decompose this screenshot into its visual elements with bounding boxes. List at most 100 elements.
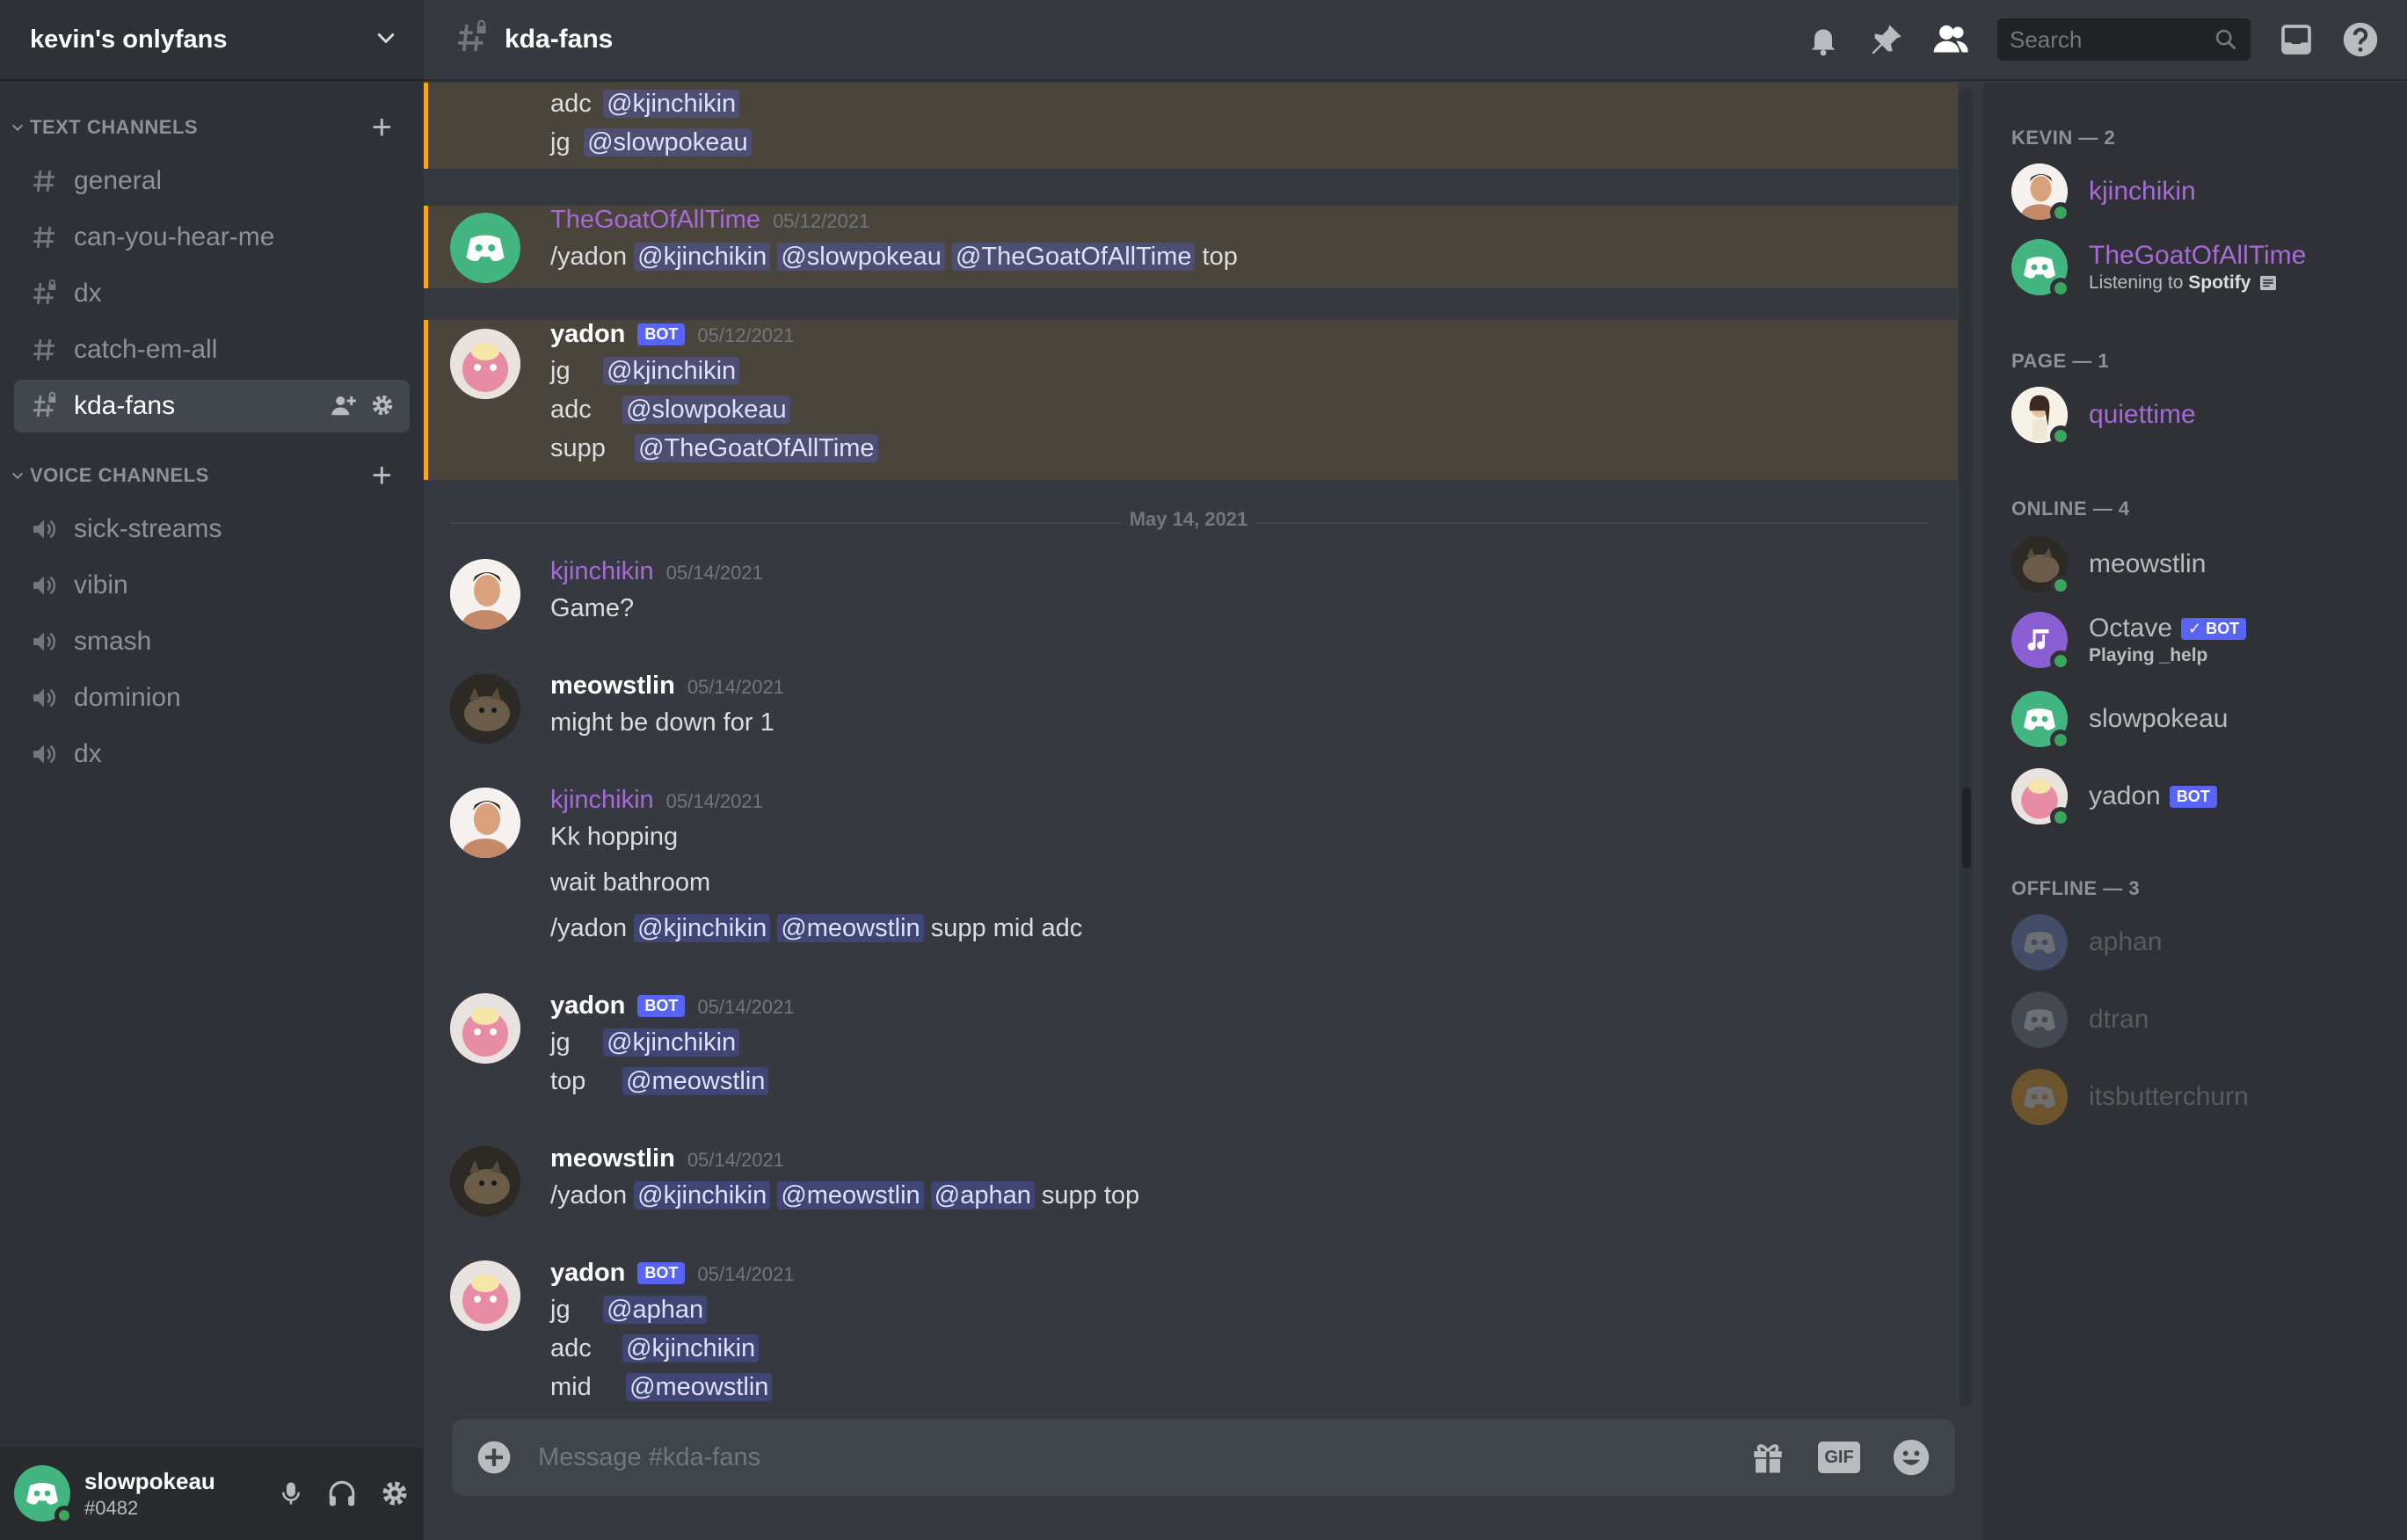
mention[interactable]: @kjinchikin — [622, 1334, 760, 1362]
avatar[interactable] — [450, 1260, 520, 1331]
message-author[interactable]: meowstlin — [550, 672, 675, 701]
voice-channel-sick-streams[interactable]: sick-streams — [14, 503, 410, 556]
message-author[interactable]: meowstlin — [550, 1144, 675, 1173]
member-item[interactable]: meowstlin — [2011, 529, 2389, 599]
channel-can-you-hear-me[interactable]: can-you-hear-me — [14, 211, 410, 264]
member-item[interactable]: slowpokeau — [2011, 684, 2389, 754]
headphones-icon[interactable] — [327, 1478, 357, 1508]
member-item[interactable]: dtran — [2011, 984, 2389, 1055]
microphone-icon[interactable] — [278, 1478, 304, 1508]
message-line: jg @slowpokeau — [550, 128, 752, 157]
channel-dx[interactable]: dx — [14, 267, 410, 320]
avatar[interactable] — [14, 1465, 74, 1525]
add-channel-icon[interactable]: + — [372, 458, 392, 493]
mention[interactable]: @kjinchikin — [634, 243, 771, 271]
search-input[interactable]: Search — [1997, 18, 2251, 61]
mention[interactable]: @kjinchikin — [634, 1181, 771, 1209]
bot-badge: BOT — [637, 995, 686, 1017]
message-line: top @meowstlin — [550, 1067, 769, 1096]
member-item[interactable]: itsbutterchurn — [2011, 1062, 2389, 1132]
message-author[interactable]: yadon — [550, 992, 625, 1021]
message-timestamp: 05/14/2021 — [697, 1263, 795, 1285]
member-item[interactable]: quiettime — [2011, 380, 2389, 450]
message-author[interactable]: TheGoatOfAllTime — [550, 206, 760, 235]
hashtag-icon — [28, 165, 60, 197]
mention[interactable]: @aphan — [930, 1181, 1035, 1209]
mention[interactable]: @kjinchikin — [603, 357, 740, 385]
member-name-text: yadon — [2089, 781, 2161, 810]
voice-channel-dx[interactable]: dx — [14, 728, 410, 781]
message-input[interactable]: Message #kda-fans GIF — [452, 1419, 1955, 1496]
category-voice-channels[interactable]: VOICE CHANNELS + — [0, 452, 424, 499]
member-item[interactable]: Octave ✓ BOT Playing _help — [2011, 605, 2389, 675]
mention[interactable]: @slowpokeau — [584, 128, 752, 156]
avatar[interactable] — [450, 788, 520, 858]
mention[interactable]: @slowpokeau — [777, 243, 945, 271]
mention[interactable]: @aphan — [603, 1296, 708, 1324]
gif-button[interactable]: GIF — [1818, 1442, 1860, 1473]
date-divider: May 14, 2021 — [450, 508, 1927, 531]
message-timestamp: 05/14/2021 — [687, 1149, 784, 1171]
invite-user-icon[interactable] — [331, 392, 357, 418]
channel-catch-em-all[interactable]: catch-em-all — [14, 323, 410, 376]
mention[interactable]: @meowstlin — [626, 1373, 773, 1401]
message-line: jg @aphan — [550, 1296, 708, 1325]
gift-icon[interactable] — [1749, 1439, 1786, 1476]
avatar[interactable] — [450, 559, 520, 629]
message-author[interactable]: kjinchikin — [550, 786, 654, 815]
voice-channel-vibin[interactable]: vibin — [14, 559, 410, 612]
avatar[interactable] — [450, 993, 520, 1064]
member-name-text: slowpokeau — [2089, 704, 2229, 733]
help-icon[interactable] — [2342, 21, 2379, 58]
status-online-dot — [55, 1506, 74, 1525]
category-text-channels[interactable]: TEXT CHANNELS + — [0, 104, 424, 151]
command-text: /yadon — [550, 243, 628, 271]
avatar — [2011, 992, 2068, 1048]
voice-channel-dominion[interactable]: dominion — [14, 672, 410, 724]
status-online-dot — [2050, 807, 2071, 828]
message-line: /yadon @kjinchikin @slowpokeau @TheGoatO… — [550, 243, 1238, 272]
channel-general[interactable]: general — [14, 155, 410, 207]
mention[interactable]: @meowstlin — [622, 1067, 769, 1095]
member-item[interactable]: yadon BOT — [2011, 761, 2389, 832]
server-header[interactable]: kevin's onlyfans — [0, 0, 424, 81]
mention[interactable]: @kjinchikin — [603, 1028, 740, 1057]
add-channel-icon[interactable]: + — [372, 110, 392, 145]
avatar[interactable] — [450, 329, 520, 399]
status-online-dot — [2050, 278, 2071, 299]
channel-name: dx — [74, 739, 102, 768]
mention[interactable]: @slowpokeau — [622, 396, 790, 424]
status-online-dot — [2050, 650, 2071, 672]
message-author[interactable]: kjinchikin — [550, 557, 654, 586]
scrollbar-track[interactable] — [1959, 88, 1973, 1406]
scrollbar-thumb[interactable] — [1962, 788, 1971, 868]
member-item[interactable]: aphan — [2011, 907, 2389, 977]
bell-icon[interactable] — [1806, 22, 1841, 57]
member-item[interactable]: TheGoatOfAllTime Listening to Spotify — [2011, 232, 2389, 302]
gear-icon[interactable] — [380, 1478, 410, 1508]
emoji-icon[interactable] — [1892, 1438, 1931, 1477]
pin-icon[interactable] — [1869, 22, 1904, 57]
channel-kda-fans[interactable]: kda-fans — [14, 380, 410, 432]
members-icon[interactable] — [1932, 22, 1969, 57]
avatar[interactable] — [450, 1146, 520, 1217]
mention[interactable]: @kjinchikin — [603, 90, 740, 118]
mention[interactable]: @meowstlin — [777, 1181, 924, 1209]
mention[interactable]: @TheGoatOfAllTime — [951, 243, 1196, 271]
chevron-down-icon[interactable] — [375, 26, 397, 54]
gear-icon[interactable] — [369, 392, 396, 418]
member-name-text: TheGoatOfAllTime — [2089, 241, 2307, 270]
voice-channel-smash[interactable]: smash — [14, 615, 410, 668]
avatar[interactable] — [450, 213, 520, 283]
message-author[interactable]: yadon — [550, 1259, 625, 1288]
mention[interactable]: @meowstlin — [777, 914, 924, 942]
category-label: VOICE CHANNELS — [30, 464, 209, 486]
avatar[interactable] — [450, 673, 520, 744]
mention[interactable]: @TheGoatOfAllTime — [635, 434, 878, 462]
bot-badge: BOT — [2169, 785, 2217, 808]
inbox-icon[interactable] — [2279, 22, 2314, 57]
member-item[interactable]: kjinchikin — [2011, 156, 2389, 227]
message-author[interactable]: yadon — [550, 320, 625, 349]
add-attachment-icon[interactable] — [476, 1440, 512, 1475]
mention[interactable]: @kjinchikin — [634, 914, 771, 942]
